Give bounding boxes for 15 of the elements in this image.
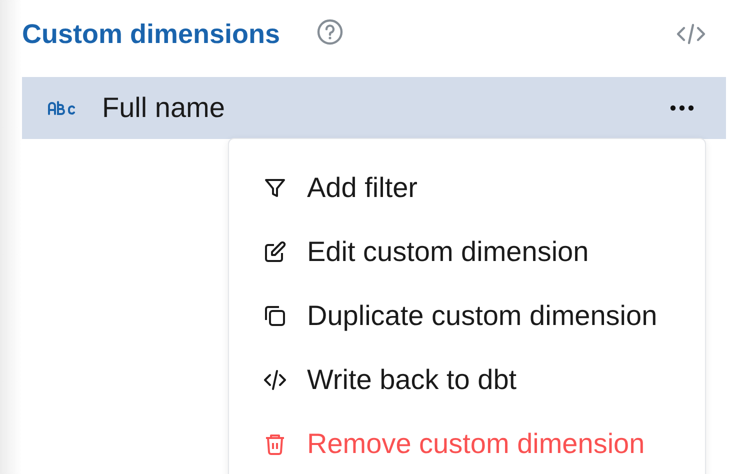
menu-item[interactable]: Duplicate custom dimension xyxy=(229,284,705,348)
pencil-icon xyxy=(263,240,287,264)
code-icon xyxy=(263,368,287,392)
menu-item[interactable]: Edit custom dimension xyxy=(229,220,705,284)
section-title: Custom dimensions xyxy=(22,18,280,50)
string-type-icon xyxy=(48,101,76,115)
menu-item[interactable]: Write back to dbt xyxy=(229,348,705,412)
trash-icon xyxy=(263,432,287,456)
filter-icon xyxy=(263,176,287,200)
copy-icon xyxy=(263,304,287,328)
code-icon[interactable] xyxy=(676,22,706,46)
dimension-label: Full name xyxy=(102,92,225,124)
menu-item[interactable]: Add filter xyxy=(229,156,705,220)
more-icon[interactable] xyxy=(670,105,694,111)
help-icon[interactable] xyxy=(316,18,344,46)
